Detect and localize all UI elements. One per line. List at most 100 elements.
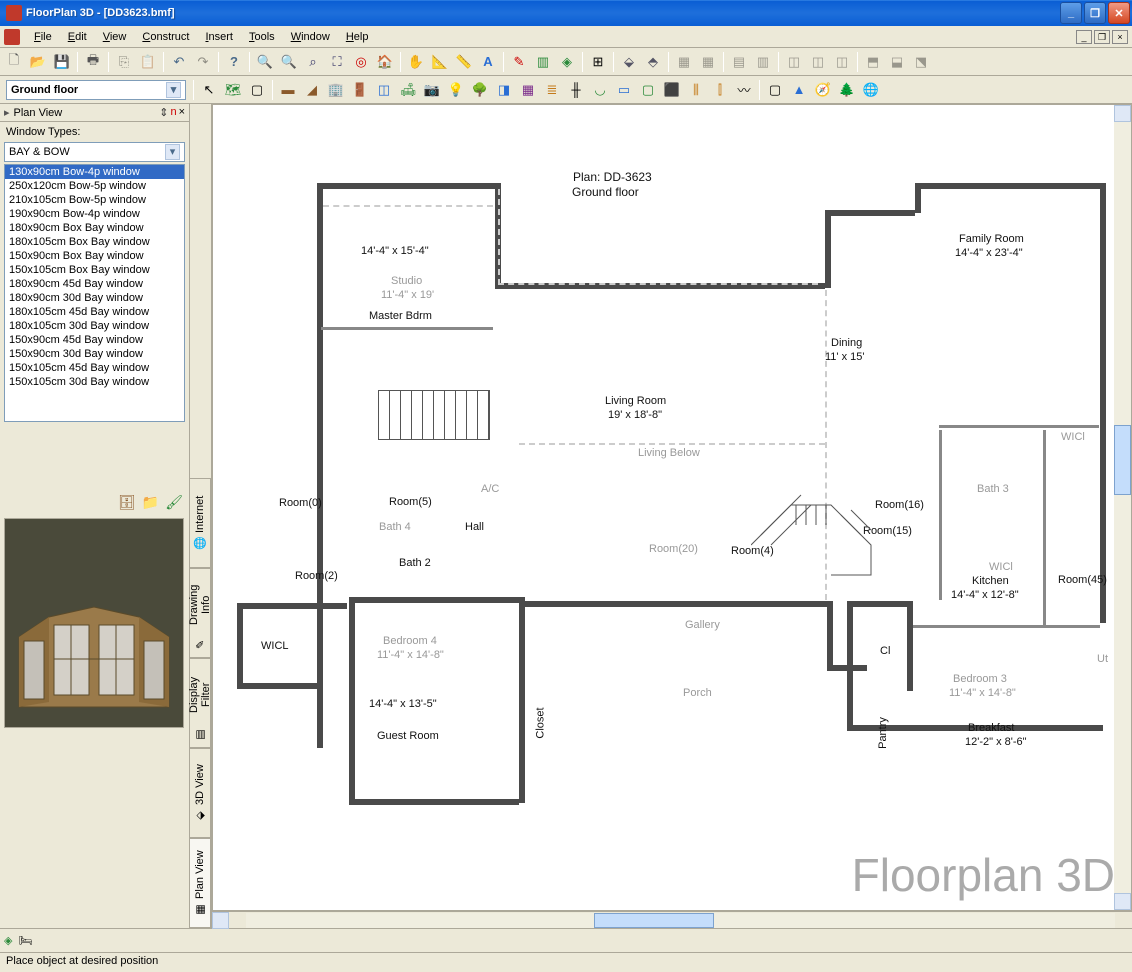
text-icon[interactable]: A (477, 51, 499, 73)
mdi-close[interactable]: × (1112, 30, 1128, 44)
undo-icon[interactable]: ↶ (168, 51, 190, 73)
terrain-icon[interactable]: ◡ (589, 79, 611, 101)
tab-internet[interactable]: 🌐Internet (190, 478, 211, 568)
light-icon[interactable]: 💡 (445, 79, 467, 101)
map-icon[interactable]: 🗺 (222, 79, 244, 101)
window-type-item[interactable]: 150x90cm Box Bay window (5, 249, 184, 263)
dist2-icon[interactable]: ▥ (752, 51, 774, 73)
window-type-item[interactable]: 150x105cm 45d Bay window (5, 361, 184, 375)
railing-icon[interactable]: ╫ (565, 79, 587, 101)
grp2-icon[interactable]: ⬓ (886, 51, 908, 73)
arr3-icon[interactable]: ◫ (831, 51, 853, 73)
zoom-extents-icon[interactable]: ⛶ (326, 51, 348, 73)
save-icon[interactable]: 💾 (51, 51, 73, 73)
menu-file[interactable]: File (26, 29, 60, 45)
globe-icon[interactable]: 🌐 (860, 79, 882, 101)
measure-icon[interactable]: 📐 (429, 51, 451, 73)
stairs-icon[interactable]: ≣ (541, 79, 563, 101)
dropdown-arrow-icon[interactable]: ▾ (165, 144, 180, 160)
copy-icon[interactable]: ⎘ (113, 51, 135, 73)
mdi-icon[interactable] (4, 29, 20, 45)
tool2-icon[interactable]: 🛏 (18, 934, 32, 947)
floor-selector[interactable]: Ground floor ▾ (6, 80, 186, 100)
camera-icon[interactable]: 📷 (421, 79, 443, 101)
n-icon[interactable]: n (170, 106, 176, 119)
vertical-scrollbar[interactable] (1114, 105, 1131, 910)
tile-icon[interactable]: ◨ (493, 79, 515, 101)
align2-icon[interactable]: ▦ (697, 51, 719, 73)
ruler-icon[interactable]: 📏 (453, 51, 475, 73)
print-icon[interactable]: 🖶 (82, 51, 104, 73)
scroll-thumb[interactable] (1114, 425, 1131, 495)
sky-icon[interactable]: ▲ (788, 79, 810, 101)
window-type-item[interactable]: 180x90cm 45d Bay window (5, 277, 184, 291)
close-button[interactable]: ✕ (1108, 2, 1130, 24)
window-type-item[interactable]: 180x105cm 30d Bay window (5, 319, 184, 333)
folder-icon[interactable]: 📁 (142, 494, 159, 511)
align1-icon[interactable]: ▦ (673, 51, 695, 73)
wall-icon[interactable]: ▬ (277, 79, 299, 101)
grid-icon[interactable]: ⊞ (587, 51, 609, 73)
fence-icon[interactable]: ⫼ (685, 79, 707, 101)
scroll-right-icon[interactable] (212, 912, 229, 929)
minimize-button[interactable]: _ (1060, 2, 1082, 24)
window-icon[interactable]: ◫ (373, 79, 395, 101)
arr1-icon[interactable]: ◫ (783, 51, 805, 73)
arr2-icon[interactable]: ◫ (807, 51, 829, 73)
brush-icon[interactable]: 🖌 (165, 494, 183, 511)
tab-drawing-info[interactable]: ✎Drawing Info (190, 568, 211, 658)
window-types-select[interactable]: BAY & BOW ▾ (4, 142, 185, 162)
zoom-in-icon[interactable]: 🔍 (254, 51, 276, 73)
tab-display-filter[interactable]: ▤Display Filter (190, 658, 211, 748)
furniture-icon[interactable]: 🛋 (397, 79, 419, 101)
mdi-minimize[interactable]: _ (1076, 30, 1092, 44)
pin-icon[interactable]: ⇕ (159, 106, 168, 119)
grp3-icon[interactable]: ⬔ (910, 51, 932, 73)
window-type-item[interactable]: 150x105cm Box Bay window (5, 263, 184, 277)
dropdown-arrow-icon[interactable]: ▾ (166, 82, 181, 98)
path-icon[interactable]: 〰 (733, 79, 755, 101)
menu-window[interactable]: Window (283, 29, 338, 45)
window-type-item[interactable]: 190x90cm Bow-4p window (5, 207, 184, 221)
window-type-item[interactable]: 180x90cm Box Bay window (5, 221, 184, 235)
snap1-icon[interactable]: ⬙ (618, 51, 640, 73)
window-type-item[interactable]: 130x90cm Bow-4p window (5, 165, 184, 179)
horizontal-scrollbar[interactable] (212, 911, 1132, 928)
zoom-out-icon[interactable]: 🔍 (278, 51, 300, 73)
building-icon[interactable]: 🏢 (325, 79, 347, 101)
window-type-item[interactable]: 150x105cm 30d Bay window (5, 375, 184, 389)
drawing-canvas[interactable]: Plan: DD-3623 Ground floor (212, 104, 1132, 911)
menu-tools[interactable]: Tools (241, 29, 283, 45)
tree2-icon[interactable]: 🌲 (836, 79, 858, 101)
column-icon[interactable]: ⬛ (661, 79, 683, 101)
window-type-item[interactable]: 180x105cm Box Bay window (5, 235, 184, 249)
tab-3d-view[interactable]: ⬙3D View (190, 748, 211, 838)
box-icon[interactable]: ▢ (246, 79, 268, 101)
mdi-restore[interactable]: ❐ (1094, 30, 1110, 44)
menu-edit[interactable]: Edit (60, 29, 95, 45)
menu-insert[interactable]: Insert (197, 29, 241, 45)
window-type-item[interactable]: 150x90cm 30d Bay window (5, 347, 184, 361)
close-panel-icon[interactable]: × (179, 106, 185, 119)
pointer-icon[interactable]: ↖ (198, 79, 220, 101)
paste-icon[interactable]: 📋 (137, 51, 159, 73)
tab-plan-view[interactable]: ▦Plan View (190, 838, 211, 928)
scroll-down-icon[interactable] (1114, 893, 1131, 910)
plant-icon[interactable]: 🌳 (469, 79, 491, 101)
gate-icon[interactable]: ⫿ (709, 79, 731, 101)
scroll-up-icon[interactable] (1114, 105, 1131, 122)
screen-icon[interactable]: ▢ (637, 79, 659, 101)
open-icon[interactable]: 📂 (27, 51, 49, 73)
new-icon[interactable]: 🗋 (3, 51, 25, 73)
zoom-region-icon[interactable]: ⌕ (302, 51, 324, 73)
paint-icon[interactable]: ▦ (517, 79, 539, 101)
layer-icon[interactable]: ▢ (764, 79, 786, 101)
snap2-icon[interactable]: ⬘ (642, 51, 664, 73)
hand-icon[interactable]: ✋ (405, 51, 427, 73)
window-type-item[interactable]: 210x105cm Bow-5p window (5, 193, 184, 207)
grp1-icon[interactable]: ⬒ (862, 51, 884, 73)
home-icon[interactable]: 🏠 (374, 51, 396, 73)
window-type-item[interactable]: 180x90cm 30d Bay window (5, 291, 184, 305)
window-type-item[interactable]: 250x120cm Bow-5p window (5, 179, 184, 193)
hscroll-thumb[interactable] (594, 913, 714, 928)
